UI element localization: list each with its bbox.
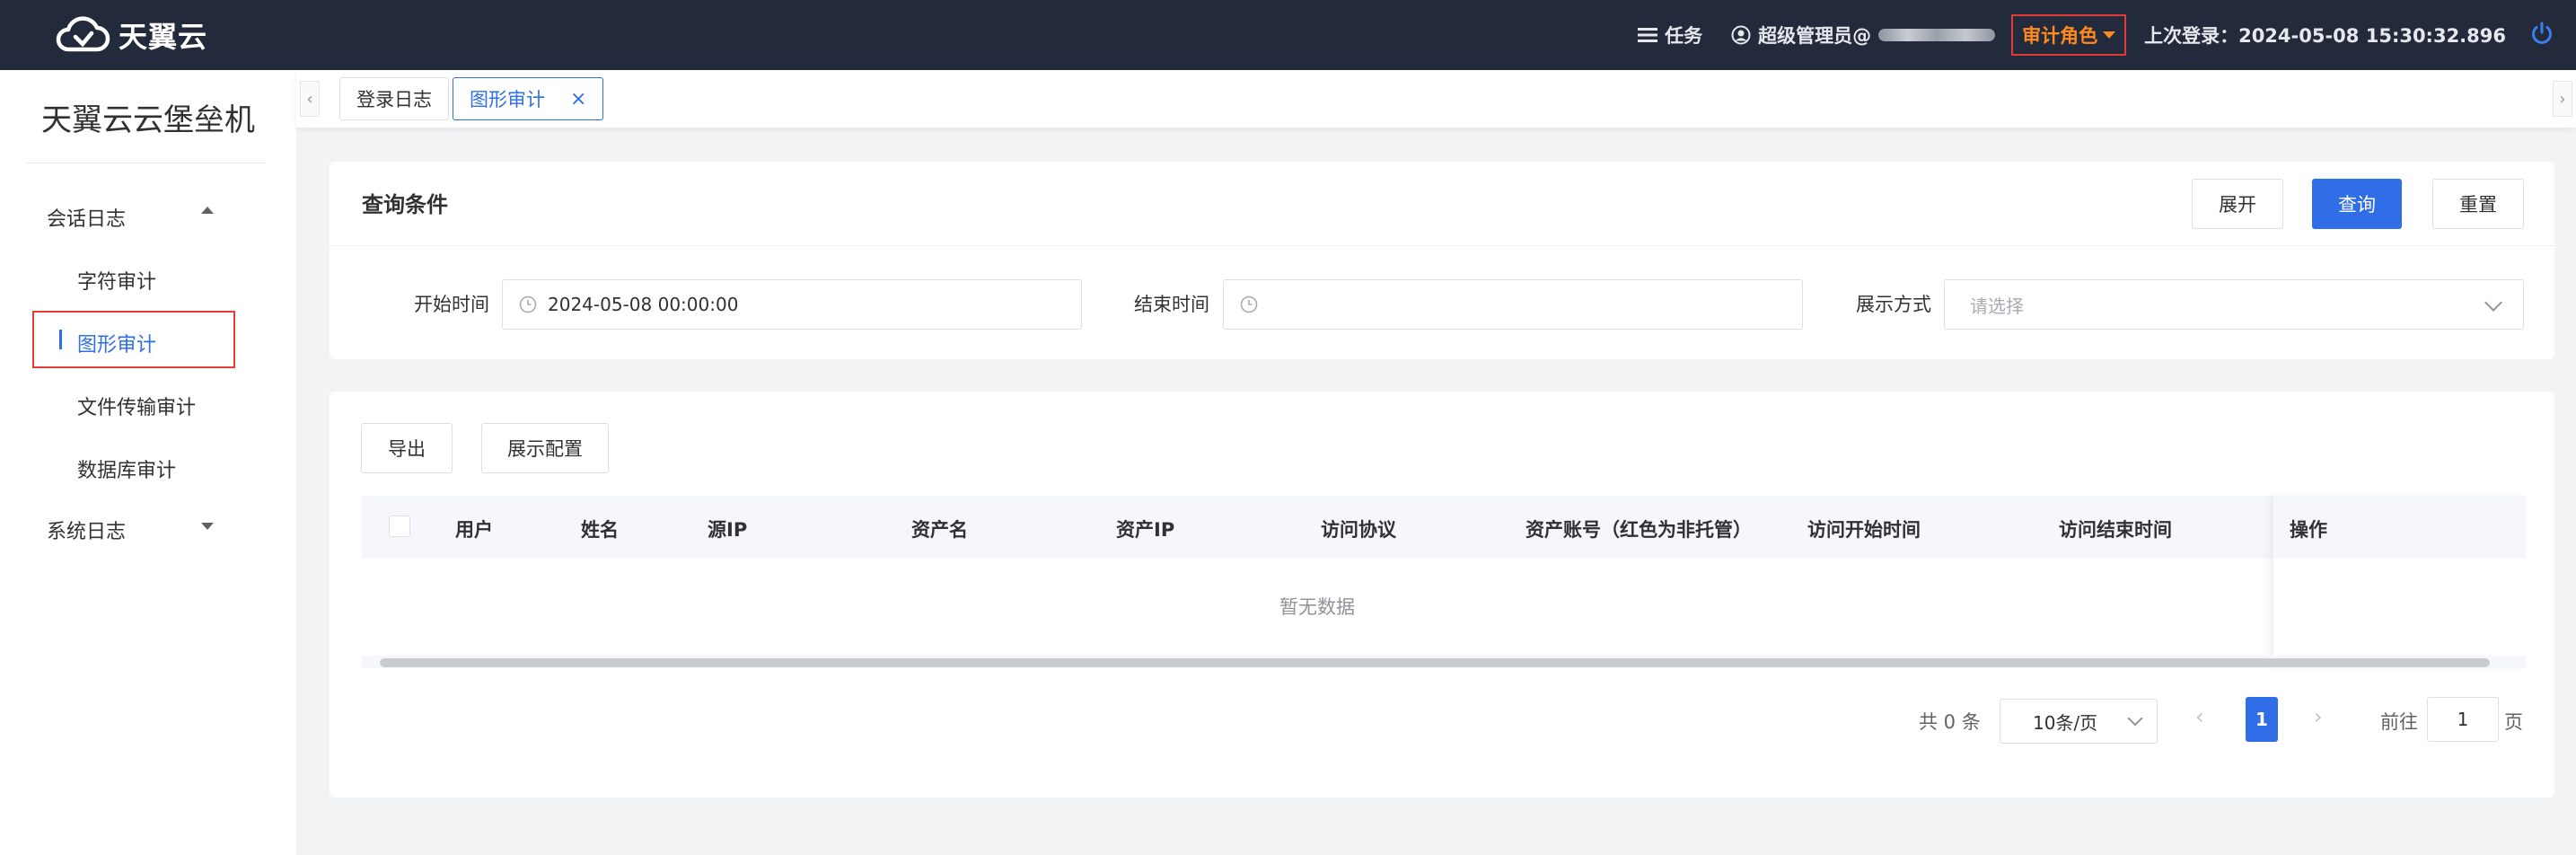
tab-label: 图形审计 xyxy=(470,89,545,110)
start-time-value: 2024-05-08 00:00:00 xyxy=(548,294,739,315)
clock-icon xyxy=(519,295,537,313)
chevron-down-icon xyxy=(2484,294,2502,312)
column-header-protocol[interactable]: 访问协议 xyxy=(1321,516,1396,542)
column-header-source-ip[interactable]: 源IP xyxy=(708,516,747,542)
horizontal-scrollbar[interactable] xyxy=(362,656,2526,668)
goto-page-input[interactable]: 1 xyxy=(2427,697,2499,742)
pagination-total: 共 0 条 xyxy=(1919,711,1981,733)
query-title: 查询条件 xyxy=(362,192,448,217)
display-config-button[interactable]: 展示配置 xyxy=(481,423,609,473)
chevron-right-icon: › xyxy=(2559,89,2566,109)
username-redacted xyxy=(1878,29,1996,41)
sidebar-item-char-audit[interactable]: 字符审计 xyxy=(77,266,156,295)
brand-title: 天翼云云堡垒机 xyxy=(41,102,255,138)
tab-label: 登录日志 xyxy=(356,89,432,110)
tab-bar: ‹ 登录日志 图形审计 × › xyxy=(296,70,2576,128)
next-page-button[interactable]: › xyxy=(2314,704,2323,729)
tasks-button[interactable]: 任务 xyxy=(1638,22,1702,48)
reset-button[interactable]: 重置 xyxy=(2432,179,2524,229)
goto-label: 前往 xyxy=(2380,711,2418,733)
tasks-label: 任务 xyxy=(1665,25,1703,47)
empty-state-text: 暂无数据 xyxy=(1279,596,1355,618)
chevron-left-icon: ‹ xyxy=(2195,704,2204,729)
table-card: 导出 展示配置 用户 姓名 源IP 资产名 资产IP 访问协议 资产账号（红色为… xyxy=(330,392,2554,798)
column-header-asset-account[interactable]: 资产账号（红色为非托管） xyxy=(1525,516,1752,542)
chevron-right-icon: › xyxy=(2314,704,2323,729)
clock-icon xyxy=(1240,295,1258,313)
display-mode-select[interactable]: 请选择 xyxy=(1944,279,2524,330)
prev-page-button[interactable]: ‹ xyxy=(2195,704,2204,729)
user-menu[interactable]: 超级管理员@ xyxy=(1731,22,1996,48)
chevron-up-icon xyxy=(201,207,214,214)
column-header-access-end[interactable]: 访问结束时间 xyxy=(2059,516,2172,542)
logout-button[interactable] xyxy=(2529,21,2554,50)
user-label: 超级管理员@ xyxy=(1758,25,1872,47)
menu-group-session-logs[interactable]: 会话日志 xyxy=(47,203,126,232)
select-placeholder: 请选择 xyxy=(1970,295,2024,317)
close-icon[interactable]: × xyxy=(570,88,586,110)
column-header-access-start[interactable]: 访问开始时间 xyxy=(1807,516,1921,542)
role-dropdown[interactable]: 审计角色 xyxy=(2011,14,2127,56)
logo[interactable]: 天翼云 xyxy=(52,13,207,57)
logo-text: 天翼云 xyxy=(119,20,208,54)
expand-button[interactable]: 展开 xyxy=(2192,179,2283,229)
export-button[interactable]: 导出 xyxy=(361,423,453,473)
role-label: 审计角色 xyxy=(2022,25,2098,47)
tab-scroll-right-button[interactable]: › xyxy=(2553,81,2572,117)
column-header-name[interactable]: 姓名 xyxy=(581,516,619,542)
menu-group-label: 系统日志 xyxy=(47,521,127,543)
start-time-label: 开始时间 xyxy=(414,294,489,315)
cloud-logo-icon xyxy=(56,16,110,52)
column-header-operation: 操作 xyxy=(2290,519,2327,541)
chevron-down-icon xyxy=(201,523,214,530)
top-bar: 天翼云 任务 超级管理员@ 审计角色 上次登录：2024-05-08 15:30… xyxy=(0,0,2576,70)
menu-group-label: 会话日志 xyxy=(47,208,127,231)
start-time-input[interactable]: 2024-05-08 00:00:00 xyxy=(502,279,1082,330)
sidebar-item-graphic-audit[interactable]: 图形审计 xyxy=(77,329,156,357)
caret-down-icon xyxy=(2103,31,2116,39)
page-number-current[interactable]: 1 xyxy=(2246,697,2278,742)
select-all-checkbox[interactable] xyxy=(389,516,410,537)
scrollbar-thumb[interactable] xyxy=(380,658,2490,667)
tab-login-logs[interactable]: 登录日志 xyxy=(339,77,449,120)
fixed-operation-column: 操作 xyxy=(2273,496,2526,668)
list-icon xyxy=(1638,28,1658,42)
divider xyxy=(330,245,2554,246)
chevron-down-icon xyxy=(2127,710,2143,727)
end-time-input[interactable] xyxy=(1223,279,1803,330)
end-time-label: 结束时间 xyxy=(1134,294,1209,315)
menu-group-system-logs[interactable]: 系统日志 xyxy=(47,516,126,544)
column-header-user[interactable]: 用户 xyxy=(455,516,493,542)
user-icon xyxy=(1731,25,1751,45)
search-button[interactable]: 查询 xyxy=(2312,179,2402,229)
tab-graphic-audit[interactable]: 图形审计 × xyxy=(453,77,604,120)
page-size-value: 10条/页 xyxy=(2033,711,2098,734)
page-size-select[interactable]: 10条/页 xyxy=(2000,699,2158,744)
column-header-asset-ip[interactable]: 资产IP xyxy=(1116,516,1174,542)
power-icon xyxy=(2532,22,2552,44)
column-header-asset-name[interactable]: 资产名 xyxy=(911,516,968,542)
display-mode-label: 展示方式 xyxy=(1856,294,1931,315)
chevron-left-icon: ‹ xyxy=(306,89,313,109)
page-unit-label: 页 xyxy=(2504,711,2523,733)
top-right-area: 任务 超级管理员@ 审计角色 上次登录：2024-05-08 15:30:32.… xyxy=(1638,0,2554,70)
tab-scroll-left-button[interactable]: ‹ xyxy=(300,81,320,117)
last-login-text: 上次登录：2024-05-08 15:30:32.896 xyxy=(2144,25,2506,47)
sidebar-item-file-transfer-audit[interactable]: 文件传输审计 xyxy=(77,392,196,420)
table-header: 用户 姓名 源IP 资产名 资产IP 访问协议 资产账号（红色为非托管） 访问开… xyxy=(362,496,2526,559)
query-card: 查询条件 展开 查询 重置 开始时间 2024-05-08 00:00:00 结… xyxy=(330,162,2554,359)
sidebar: 天翼云云堡垒机 会话日志 字符审计 图形审计 文件传输审计 数据库审计 系统日志 xyxy=(0,70,296,855)
sidebar-item-database-audit[interactable]: 数据库审计 xyxy=(77,454,176,483)
active-indicator xyxy=(59,330,62,349)
